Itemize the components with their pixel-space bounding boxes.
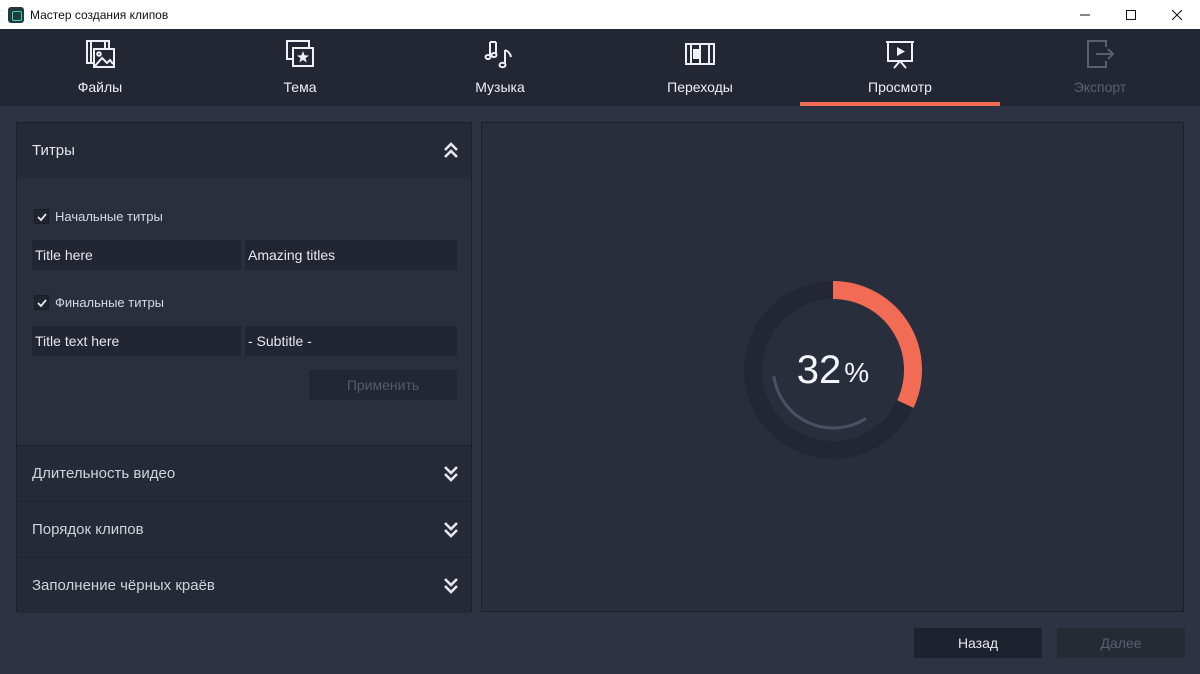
video-duration-section[interactable]: Длительность видео bbox=[17, 445, 471, 501]
tab-transitions[interactable]: Переходы bbox=[600, 29, 800, 106]
titles-section-title: Титры bbox=[32, 141, 75, 159]
tab-preview[interactable]: Просмотр bbox=[800, 29, 1000, 106]
progress-text: 32% bbox=[740, 277, 926, 463]
presentation-play-icon bbox=[884, 38, 916, 70]
checkmark-icon bbox=[36, 212, 47, 221]
preview-area: 32% bbox=[481, 122, 1184, 612]
opening-titles-checkbox[interactable] bbox=[34, 209, 49, 224]
minimize-icon bbox=[1080, 14, 1090, 15]
closing-titles-label: Финальные титры bbox=[55, 295, 165, 310]
tab-theme-label: Тема bbox=[283, 79, 317, 95]
clip-order-label: Порядок клипов bbox=[32, 521, 144, 538]
black-borders-section[interactable]: Заполнение чёрных краёв bbox=[17, 557, 471, 613]
maximize-icon bbox=[1126, 9, 1136, 20]
clip-order-section[interactable]: Порядок клипов bbox=[17, 501, 471, 557]
closing-title-field[interactable]: Title text here bbox=[32, 326, 241, 356]
chevron-double-up-icon[interactable] bbox=[441, 139, 461, 161]
titles-section-body: Начальные титры Title here Amazing title… bbox=[17, 177, 471, 445]
star-card-icon bbox=[284, 38, 316, 70]
closing-titles-row: Финальные титры bbox=[34, 295, 164, 310]
tab-export-label: Экспорт bbox=[1073, 79, 1127, 95]
close-icon bbox=[1172, 9, 1182, 20]
minimize-button[interactable] bbox=[1062, 0, 1108, 29]
tab-export[interactable]: Экспорт bbox=[1000, 29, 1200, 106]
window-controls bbox=[1062, 0, 1200, 29]
back-button[interactable]: Назад bbox=[914, 628, 1042, 658]
titles-section-header[interactable]: Титры bbox=[17, 123, 471, 177]
maximize-button[interactable] bbox=[1108, 0, 1154, 29]
film-image-icon bbox=[84, 38, 116, 70]
tab-preview-label: Просмотр bbox=[868, 79, 932, 95]
tab-music-label: Музыка bbox=[475, 79, 525, 95]
closing-subtitle-field[interactable]: - Subtitle - bbox=[245, 326, 457, 356]
chevron-double-down-icon[interactable] bbox=[441, 575, 461, 597]
opening-titles-label: Начальные титры bbox=[55, 209, 163, 224]
tab-files-label: Файлы bbox=[77, 79, 123, 95]
apply-button[interactable]: Применить bbox=[309, 370, 457, 400]
wizard-steps-nav: Файлы Тема Музыка Переходы Просмотр Эксп… bbox=[0, 29, 1200, 106]
tab-music[interactable]: Музыка bbox=[400, 29, 600, 106]
checkmark-icon bbox=[36, 298, 47, 307]
music-note-icon bbox=[484, 38, 516, 70]
video-duration-label: Длительность видео bbox=[32, 465, 176, 482]
progress-unit: % bbox=[844, 357, 870, 388]
export-icon bbox=[1084, 38, 1116, 70]
app-logo-icon bbox=[8, 6, 24, 23]
progress-indicator: 32% bbox=[740, 277, 926, 463]
black-borders-label: Заполнение чёрных краёв bbox=[32, 577, 215, 594]
title-bar: Мастер создания клипов bbox=[0, 0, 1200, 29]
next-button[interactable]: Далее bbox=[1057, 628, 1185, 658]
settings-panel: Титры Начальные титры Title here Amazing… bbox=[16, 122, 472, 613]
tab-transitions-label: Переходы bbox=[667, 79, 733, 95]
film-transition-icon bbox=[684, 38, 716, 70]
tab-files[interactable]: Файлы bbox=[0, 29, 200, 106]
closing-titles-checkbox[interactable] bbox=[34, 295, 49, 310]
opening-title-field[interactable]: Title here bbox=[32, 240, 241, 270]
progress-value: 32 bbox=[796, 347, 842, 392]
window-title: Мастер создания клипов bbox=[30, 7, 169, 22]
close-button[interactable] bbox=[1154, 0, 1200, 29]
opening-titles-row: Начальные титры bbox=[34, 209, 163, 224]
opening-subtitle-field[interactable]: Amazing titles bbox=[245, 240, 457, 270]
chevron-double-down-icon[interactable] bbox=[441, 463, 461, 485]
chevron-double-down-icon[interactable] bbox=[441, 519, 461, 541]
tab-theme[interactable]: Тема bbox=[200, 29, 400, 106]
